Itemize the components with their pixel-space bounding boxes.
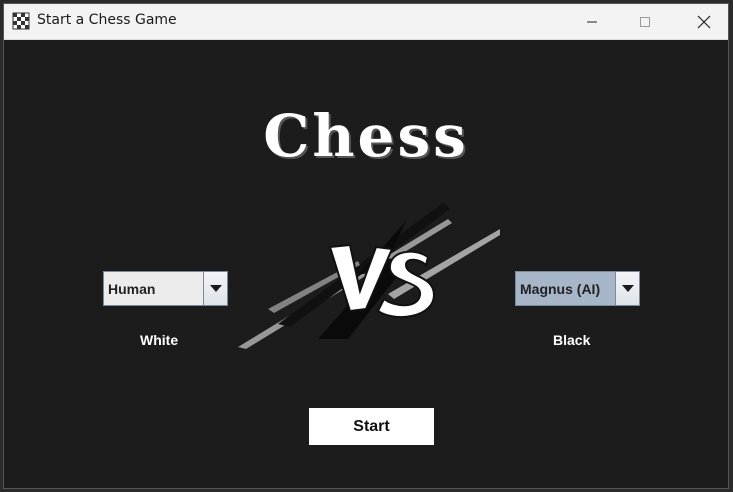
black-player-value: Magnus (AI)	[520, 280, 601, 297]
title-bar: Start a Chess Game	[4, 4, 728, 40]
game-setup-window: Start a Chess Game Chess Human Magnus (A…	[3, 3, 729, 489]
black-label: Black	[553, 332, 591, 348]
chevron-down-icon	[621, 284, 634, 292]
close-icon	[697, 15, 711, 28]
minimize-button[interactable]	[569, 4, 615, 39]
window-title: Start a Chess Game	[37, 12, 177, 28]
white-player-dropdown-button[interactable]	[203, 272, 227, 305]
white-player-select[interactable]: Human	[103, 271, 228, 306]
close-button[interactable]	[681, 4, 727, 39]
chevron-down-icon	[209, 284, 222, 292]
white-player-value: Human	[108, 280, 156, 297]
black-player-dropdown-button[interactable]	[615, 272, 639, 305]
chess-heading: Chess	[263, 102, 469, 170]
start-button[interactable]: Start	[309, 408, 434, 445]
chess-board-icon	[12, 12, 30, 30]
maximize-button[interactable]	[622, 4, 668, 39]
white-label: White	[140, 332, 179, 348]
minimize-icon	[587, 21, 597, 22]
black-player-select[interactable]: Magnus (AI)	[515, 271, 640, 306]
vs-icon	[238, 203, 500, 349]
maximize-icon	[640, 16, 650, 27]
